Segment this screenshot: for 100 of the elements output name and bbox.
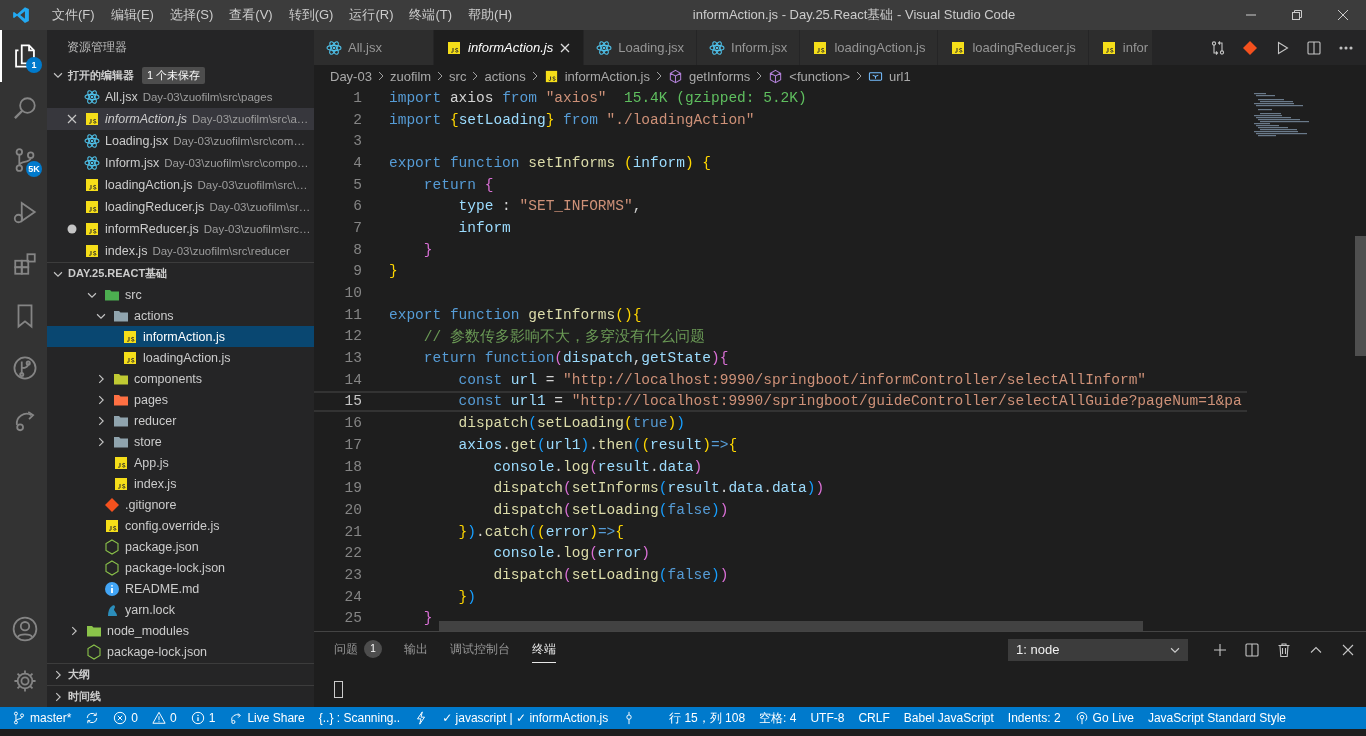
code-line: dispatch(setInforms(result.data.data)) xyxy=(492,480,825,497)
tree-item[interactable]: package.json xyxy=(47,536,314,557)
tree-item[interactable]: README.md xyxy=(47,578,314,599)
play-bug-icon xyxy=(11,199,38,225)
status-item[interactable]: {..} : Scanning.. xyxy=(318,711,401,725)
code-line: } xyxy=(422,241,433,258)
tree-item[interactable]: loadingAction.js xyxy=(47,347,314,368)
toolbar-button[interactable] xyxy=(1306,39,1322,56)
code-line: // 参数传多影响不大，多穿没有什么问题 xyxy=(422,327,705,346)
tree-item[interactable]: package-lock.json xyxy=(47,557,314,578)
status-item[interactable]: CRLF xyxy=(858,711,890,725)
tree-item[interactable]: index.js xyxy=(47,473,314,494)
status-item[interactable]: master* xyxy=(12,711,72,725)
breadcrumb-item[interactable]: zuofilm xyxy=(389,68,432,84)
status-item[interactable]: 0 xyxy=(113,711,139,725)
open-editor-item[interactable]: informReducer.js Day-03\zuofilm\src… xyxy=(47,218,314,240)
toolbar-button[interactable] xyxy=(1210,39,1226,56)
editor-tab[interactable]: Inform.jsx xyxy=(697,30,801,65)
open-editor-item[interactable]: All.jsx Day-03\zuofilm\src\pages xyxy=(47,86,314,108)
menu-item[interactable]: 帮助(H) xyxy=(460,6,521,24)
js-file-icon xyxy=(84,243,100,259)
open-editor-item[interactable]: informAction.js Day-03\zuofilm\src\a… xyxy=(47,108,314,130)
atom-icon xyxy=(84,155,100,171)
tree-item[interactable]: .gitignore xyxy=(47,494,314,515)
open-editor-item[interactable]: Loading.jsx Day-03\zuofilm\src\com… xyxy=(47,130,314,152)
breadcrumb-item[interactable]: informAction.js xyxy=(543,68,650,84)
tree-item[interactable]: yarn.lock xyxy=(47,599,314,620)
panel-button[interactable] xyxy=(1244,641,1260,658)
panel-button[interactable] xyxy=(1276,641,1292,658)
section-header[interactable]: 打开的编辑器 1 个未保存 xyxy=(47,64,314,86)
toolbar-button[interactable] xyxy=(1338,45,1354,50)
tree-item[interactable]: informAction.js xyxy=(47,326,314,347)
close-icon[interactable] xyxy=(559,41,572,54)
editor-tab[interactable]: loadingAction.js xyxy=(800,30,939,65)
panel-tab[interactable]: 终端 xyxy=(532,636,556,663)
section-header[interactable]: DAY.25.REACT基础 xyxy=(47,262,314,284)
menu-item[interactable]: 文件(F) xyxy=(44,6,103,24)
status-item[interactable]: Babel JavaScript xyxy=(903,711,994,725)
editor-tab[interactable]: All.jsx xyxy=(314,30,434,65)
menu-item[interactable]: 查看(V) xyxy=(221,6,281,24)
breadcrumb-item[interactable]: src xyxy=(449,68,467,84)
tree-item[interactable]: store xyxy=(47,431,314,452)
status-item[interactable] xyxy=(85,711,100,725)
tree-item[interactable]: node_modules xyxy=(47,620,314,641)
menu-item[interactable]: 终端(T) xyxy=(401,6,461,24)
panel-tab[interactable]: 输出 xyxy=(404,636,428,663)
close-icon[interactable] xyxy=(66,113,78,125)
menu-item[interactable]: 运行(R) xyxy=(341,6,402,24)
line-number: 16 xyxy=(343,415,362,432)
tree-item[interactable]: pages xyxy=(47,389,314,410)
js-file-icon xyxy=(1100,39,1117,56)
panel-tab[interactable]: 问题 1 xyxy=(334,636,382,663)
tree-item[interactable]: reducer xyxy=(47,410,314,431)
editor-tab[interactable]: infor xyxy=(1088,30,1154,65)
menu-item[interactable]: 编辑(E) xyxy=(102,6,162,24)
tree-item[interactable]: config.override.js xyxy=(47,515,314,536)
panel-tab[interactable]: 调试控制台 xyxy=(450,636,510,663)
menu-item[interactable]: 转到(G) xyxy=(280,6,342,24)
status-item[interactable]: 1 xyxy=(190,711,216,725)
tree-item[interactable]: src xyxy=(47,284,314,305)
git-graph-icon xyxy=(11,355,38,381)
status-item[interactable]: 行 15，列 108 xyxy=(669,709,746,727)
editor-tab[interactable]: loadingReducer.js xyxy=(938,30,1089,65)
tree-item[interactable]: actions xyxy=(47,305,314,326)
status-item[interactable]: Indents: 2 xyxy=(1007,711,1061,725)
menu-item[interactable]: 选择(S) xyxy=(161,6,222,24)
file-path: Day-03\zuofilm\sr… xyxy=(209,201,311,213)
status-item[interactable]: Live Share xyxy=(229,711,305,725)
status-item[interactable]: ✓ javascript | ✓ informAction.js xyxy=(442,711,609,725)
toolbar-button[interactable] xyxy=(1242,39,1258,56)
code-line: console.log(error) xyxy=(492,545,651,562)
breadcrumb-item[interactable]: getInforms xyxy=(667,68,751,84)
code-line: } xyxy=(389,263,398,280)
status-item[interactable]: UTF-8 xyxy=(810,711,845,725)
js-file-icon xyxy=(104,517,120,534)
tree-item[interactable]: package-lock.json xyxy=(47,641,314,662)
breadcrumb-item[interactable]: url1 xyxy=(868,68,911,84)
editor-tab[interactable]: informAction.js xyxy=(434,30,585,65)
status-item[interactable]: 0 xyxy=(152,711,177,725)
status-item[interactable]: Go Live xyxy=(1074,711,1134,725)
status-item[interactable]: JavaScript Standard Style xyxy=(1147,711,1286,725)
scrollbar[interactable] xyxy=(439,621,1143,631)
breadcrumb-item[interactable]: Day-03 xyxy=(330,68,372,84)
breadcrumb-item[interactable]: actions xyxy=(484,68,526,84)
open-editor-item[interactable]: loadingReducer.js Day-03\zuofilm\sr… xyxy=(47,196,314,218)
tree-item[interactable]: App.js xyxy=(47,452,314,473)
open-editor-item[interactable]: loadingAction.js Day-03\zuofilm\src\… xyxy=(47,174,314,196)
breadcrumb-item[interactable]: <function> xyxy=(768,68,851,84)
section-header[interactable]: 大纲 xyxy=(47,663,314,685)
panel-button[interactable] xyxy=(1212,641,1228,658)
line-number: 25 xyxy=(343,610,362,627)
terminal-dropdown[interactable]: 1: node xyxy=(1008,638,1188,661)
code-line: return function(dispatch,getState){ xyxy=(422,350,729,367)
status-item[interactable]: 空格: 4 xyxy=(759,709,797,727)
scrollbar[interactable] xyxy=(1355,236,1366,356)
tree-item[interactable]: components xyxy=(47,368,314,389)
activity-button[interactable]: 5K xyxy=(0,134,47,186)
editor-tab[interactable]: Loading.jsx xyxy=(584,30,698,65)
open-editor-item[interactable]: index.js Day-03\zuofilm\src\reducer xyxy=(47,240,314,262)
open-editor-item[interactable]: Inform.jsx Day-03\zuofilm\src\compo… xyxy=(47,152,314,174)
